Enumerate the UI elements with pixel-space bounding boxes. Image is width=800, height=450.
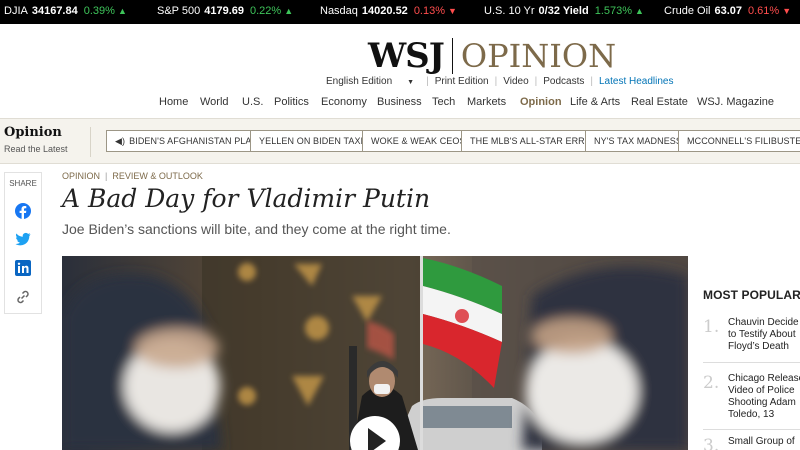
nav-home[interactable]: Home bbox=[159, 96, 188, 108]
share-bar: SHARE bbox=[4, 172, 42, 314]
column-link[interactable]: REVIEW & OUTLOOK bbox=[112, 171, 203, 181]
arrow-down-icon: ▼ bbox=[448, 6, 457, 16]
topic-pill[interactable]: ◀) BIDEN'S AFGHANISTAN PLAN bbox=[106, 130, 268, 152]
section-link[interactable]: OPINION bbox=[62, 171, 100, 181]
nav-politics[interactable]: Politics bbox=[274, 96, 309, 108]
nav-business[interactable]: Business bbox=[377, 96, 422, 108]
market-ticker: DJIA 34167.84 0.39% ▲ S&P 500 4179.69 0.22% ▲ … bbox=[0, 0, 800, 24]
opinion-topic-bar: Opinion Read the Latest ◀) BIDEN'S AFGHAN… bbox=[0, 118, 800, 164]
topic-bar-subtitle[interactable]: Read the Latest bbox=[4, 144, 68, 154]
arrow-up-icon: ▲ bbox=[284, 6, 294, 16]
linkedin-icon[interactable] bbox=[15, 260, 31, 276]
link-icon[interactable] bbox=[15, 289, 31, 305]
ticker-item-djia[interactable]: DJIA 34167.84 0.39% ▲ bbox=[4, 5, 127, 17]
facebook-icon[interactable] bbox=[15, 203, 31, 219]
topic-pill[interactable]: MCCONNELL'S FILIBUSTER WA bbox=[678, 130, 800, 152]
topic-bar-title[interactable]: Opinion bbox=[4, 125, 62, 140]
arrow-up-icon: ▲ bbox=[117, 6, 127, 16]
caret-down-icon: ▼ bbox=[407, 79, 415, 86]
ticker-item-10yr[interactable]: U.S. 10 Yr 0/32 Yield 1.573% ▲ bbox=[484, 5, 644, 17]
speaker-icon: ◀) bbox=[115, 136, 126, 146]
ticker-item-nasdaq[interactable]: Nasdaq 14020.52 0.13% ▼ bbox=[320, 5, 457, 17]
video-link[interactable]: Video bbox=[497, 76, 534, 87]
article-headline: A Bad Day for Vladimir Putin bbox=[62, 184, 431, 213]
topic-pill[interactable]: NY'S TAX MADNESS bbox=[585, 130, 692, 152]
most-popular-title: MOST POPULAR NE bbox=[703, 288, 800, 302]
nav-us[interactable]: U.S. bbox=[242, 96, 263, 108]
nav-markets[interactable]: Markets bbox=[467, 96, 506, 108]
hero-video[interactable] bbox=[62, 256, 688, 450]
topic-pill[interactable]: WOKE & WEAK CEOS bbox=[362, 130, 475, 152]
wsj-opinion-logo[interactable]: WSJ OPINION bbox=[368, 36, 616, 76]
latest-headlines-link[interactable]: Latest Headlines bbox=[593, 76, 680, 87]
masthead: WSJ OPINION English Edition ▼ | Print Edi… bbox=[0, 24, 800, 120]
nav-world[interactable]: World bbox=[200, 96, 229, 108]
ticker-item-crude[interactable]: Crude Oil 63.07 0.61% ▼ bbox=[664, 5, 791, 17]
arrow-up-icon: ▲ bbox=[635, 6, 644, 16]
nav-opinion[interactable]: Opinion bbox=[520, 96, 562, 108]
nav-tech[interactable]: Tech bbox=[432, 96, 455, 108]
article-dek: Joe Biden’s sanctions will bite, and the… bbox=[62, 221, 451, 237]
article-kicker: OPINION | REVIEW & OUTLOOK bbox=[62, 171, 203, 181]
arrow-down-icon: ▼ bbox=[782, 6, 792, 16]
print-edition-link[interactable]: Print Edition bbox=[429, 76, 495, 87]
nav-real-estate[interactable]: Real Estate bbox=[631, 96, 688, 108]
nav-wsj-magazine[interactable]: WSJ. Magazine bbox=[697, 96, 774, 108]
utility-nav: English Edition ▼ | Print Edition | Video… bbox=[314, 76, 680, 87]
ticker-item-sp500[interactable]: S&P 500 4179.69 0.22% ▲ bbox=[157, 5, 293, 17]
hero-photo bbox=[62, 256, 688, 450]
podcasts-link[interactable]: Podcasts bbox=[537, 76, 590, 87]
nav-life-arts[interactable]: Life & Arts bbox=[570, 96, 620, 108]
twitter-icon[interactable] bbox=[15, 231, 31, 247]
edition-selector[interactable]: English Edition ▼ bbox=[314, 76, 426, 87]
nav-economy[interactable]: Economy bbox=[321, 96, 367, 108]
